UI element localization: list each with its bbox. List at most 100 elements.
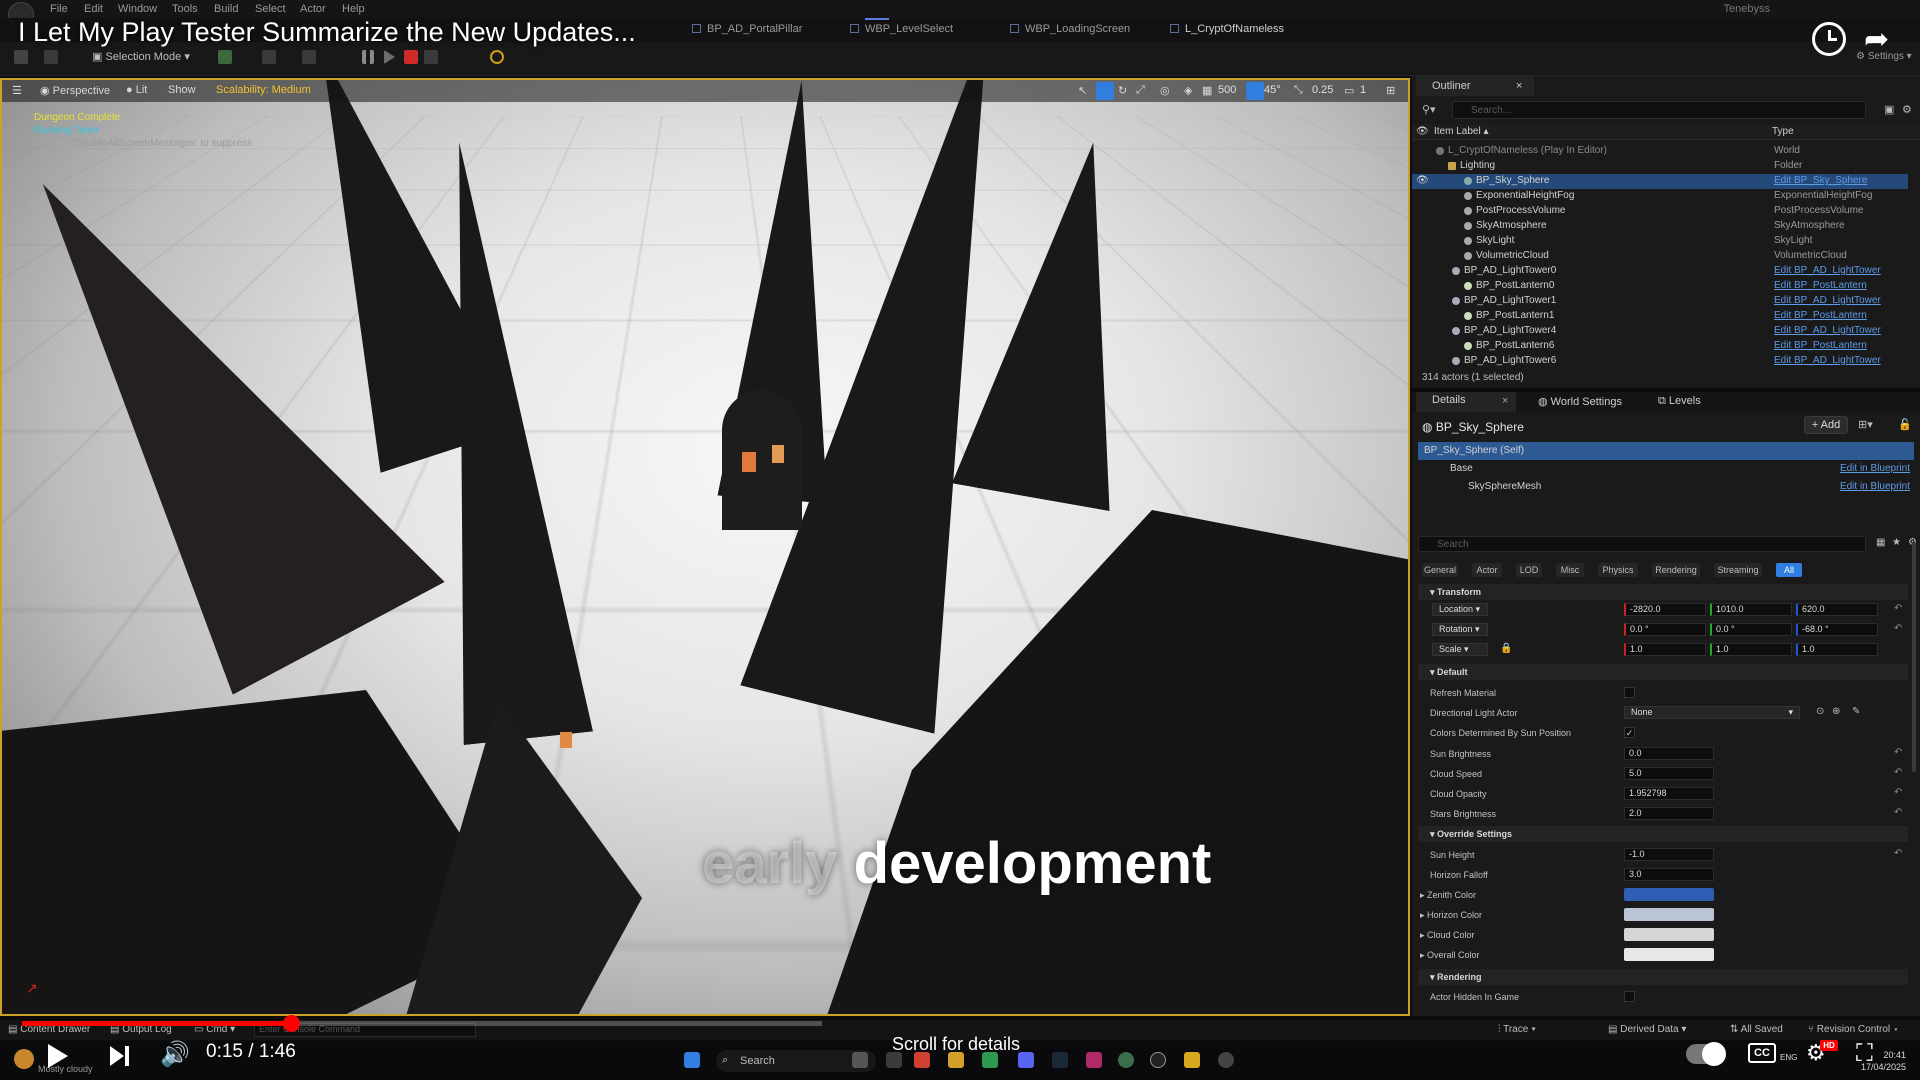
category-actor[interactable]: Actor xyxy=(1472,563,1502,577)
horizon-falloff-field[interactable]: 3.0 xyxy=(1624,868,1714,881)
outliner-row[interactable]: BP_AD_LightTower1 Edit BP_AD_LightTower xyxy=(1412,294,1908,309)
reset-icon[interactable]: ↶ xyxy=(1894,787,1902,798)
world-local-icon[interactable]: ◎ xyxy=(1160,84,1170,97)
outliner-search-input[interactable]: Search... xyxy=(1452,101,1866,119)
refresh-material-checkbox[interactable] xyxy=(1624,687,1635,698)
blueprint-options-icon[interactable]: ⊞▾ xyxy=(1858,418,1873,431)
edit-blueprint-link[interactable]: Edit BP_PostLantern xyxy=(1774,310,1867,321)
eject-icon[interactable] xyxy=(424,50,438,64)
discord-icon[interactable] xyxy=(1018,1052,1034,1068)
outliner-row[interactable]: L_CryptOfNameless (Play In Editor) World xyxy=(1412,144,1908,159)
overall-color-swatch[interactable] xyxy=(1624,948,1714,961)
translate-tool-icon[interactable] xyxy=(1096,82,1114,100)
outliner-row[interactable]: BP_AD_LightTower0 Edit BP_AD_LightTower xyxy=(1412,264,1908,279)
browse-icon[interactable] xyxy=(44,50,58,64)
visibility-icon[interactable]: 👁 xyxy=(1416,126,1429,137)
outliner-row[interactable]: SkyAtmosphere SkyAtmosphere xyxy=(1412,219,1908,234)
tab-loading-screen[interactable]: WBP_LoadingScreen xyxy=(1010,23,1130,35)
location-x-field[interactable]: -2820.0 xyxy=(1624,603,1706,616)
lit-button[interactable]: ● Lit xyxy=(126,84,147,96)
category-physics[interactable]: Physics xyxy=(1598,563,1638,577)
trace-button[interactable]: ⫶ Trace ▾ xyxy=(1498,1024,1536,1035)
edit-blueprint-link[interactable]: Edit BP_AD_LightTower xyxy=(1774,295,1881,306)
save-icon[interactable] xyxy=(14,50,28,64)
column-type[interactable]: Type xyxy=(1772,126,1794,137)
scrubber-handle[interactable] xyxy=(283,1015,300,1032)
favorite-icon[interactable]: ★ xyxy=(1892,537,1901,548)
viewport-menu-icon[interactable]: ☰ xyxy=(12,84,22,97)
menu-tools[interactable]: Tools xyxy=(172,3,198,15)
stop-icon[interactable] xyxy=(404,50,418,64)
category-general[interactable]: General xyxy=(1422,563,1458,577)
tab-details[interactable]: Details × xyxy=(1416,392,1516,412)
component-row-self[interactable]: BP_Sky_Sphere (Self) xyxy=(1418,442,1914,460)
rotation-dropdown[interactable]: Rotation ▾ xyxy=(1432,623,1488,636)
unreal-engine-icon[interactable] xyxy=(1150,1052,1166,1068)
cloud-opacity-field[interactable]: 1.952798 xyxy=(1624,787,1714,800)
grid-snap-value[interactable]: 500 xyxy=(1218,84,1236,96)
file-explorer-icon[interactable] xyxy=(1184,1052,1200,1068)
edit-blueprint-link[interactable]: Edit BP_AD_LightTower xyxy=(1774,355,1881,366)
captions-icon[interactable]: CC xyxy=(1748,1043,1776,1063)
directional-light-actor-dropdown[interactable]: None ▾ xyxy=(1624,706,1800,719)
compile-icon[interactable] xyxy=(490,50,504,64)
cloud-color-swatch[interactable] xyxy=(1624,928,1714,941)
outliner-row[interactable]: 👁 BP_Sky_Sphere Edit BP_Sky_Sphere xyxy=(1412,174,1908,189)
visibility-icon[interactable]: 👁 xyxy=(1416,175,1429,186)
tab-portal-pillar[interactable]: BP_AD_PortalPillar xyxy=(692,23,802,35)
surface-snap-icon[interactable]: ◈ xyxy=(1184,84,1192,97)
volume-icon[interactable]: 🔊 xyxy=(160,1040,190,1069)
reset-icon[interactable]: ↶ xyxy=(1894,848,1902,859)
level-viewport[interactable]: ☰ ◉ Perspective ● Lit Show Scalability: … xyxy=(0,78,1410,1016)
scale-x-field[interactable]: 1.0 xyxy=(1624,643,1706,656)
tab-level-select[interactable]: WBP_LevelSelect xyxy=(850,23,953,35)
scale-snap-value[interactable]: 0.25 xyxy=(1312,84,1333,96)
menu-select[interactable]: Select xyxy=(255,3,286,15)
section-override-settings[interactable]: ▾ Override Settings xyxy=(1418,826,1908,842)
edit-blueprint-link[interactable]: Edit BP_Sky_Sphere xyxy=(1774,175,1867,186)
tab-outliner[interactable]: Outliner × xyxy=(1416,76,1534,96)
outliner-row[interactable]: BP_PostLantern1 Edit BP_PostLantern xyxy=(1412,309,1908,324)
colors-by-sun-checkbox[interactable]: ✓ xyxy=(1624,727,1635,738)
pick-actor-icon[interactable]: ⊕ xyxy=(1832,706,1840,717)
horizon-color-swatch[interactable] xyxy=(1624,908,1714,921)
eyedropper-icon[interactable]: ✎ xyxy=(1852,706,1860,717)
outliner-row[interactable]: BP_PostLantern0 Edit BP_PostLantern xyxy=(1412,279,1908,294)
tab-levels[interactable]: ⧉ Levels xyxy=(1658,395,1701,413)
add-component-button[interactable]: + Add xyxy=(1804,416,1848,434)
column-item-label[interactable]: Item Label ▴ xyxy=(1434,126,1489,137)
reset-icon[interactable]: ↶ xyxy=(1894,603,1902,614)
sun-brightness-field[interactable]: 0.0 xyxy=(1624,747,1714,760)
outliner-row[interactable]: Lighting Folder xyxy=(1412,159,1908,174)
category-lod[interactable]: LOD xyxy=(1516,563,1542,577)
cloud-speed-field[interactable]: 5.0 xyxy=(1624,767,1714,780)
select-tool-icon[interactable]: ↖ xyxy=(1078,84,1087,97)
scale-snap-icon[interactable]: ⤡ xyxy=(1294,84,1303,97)
section-rendering[interactable]: ▾ Rendering xyxy=(1418,969,1908,985)
category-all[interactable]: All xyxy=(1776,563,1802,577)
exit-fullscreen-icon[interactable]: ⛶ xyxy=(1856,1040,1873,1068)
menu-file[interactable]: File xyxy=(50,3,68,15)
edit-blueprint-link[interactable]: Edit BP_AD_LightTower xyxy=(1774,325,1881,336)
details-scrollbar[interactable] xyxy=(1912,542,1916,772)
sun-height-field[interactable]: -1.0 xyxy=(1624,848,1714,861)
add-folder-icon[interactable]: ▣ xyxy=(1884,103,1894,116)
component-row-skyspheremesh[interactable]: SkySphereMesh Edit in Blueprint xyxy=(1418,478,1914,496)
category-misc[interactable]: Misc xyxy=(1556,563,1584,577)
menu-help[interactable]: Help xyxy=(342,3,365,15)
location-dropdown[interactable]: Location ▾ xyxy=(1432,603,1488,616)
maximize-viewport-icon[interactable]: ⊞ xyxy=(1386,84,1395,97)
watch-later-icon[interactable] xyxy=(1812,22,1846,56)
scalability-button[interactable]: Scalability: Medium xyxy=(216,84,311,96)
scale-z-field[interactable]: 1.0 xyxy=(1796,643,1878,656)
outliner-row[interactable]: SkyLight SkyLight xyxy=(1412,234,1908,249)
outliner-row[interactable]: BP_AD_LightTower6 Edit BP_AD_LightTower xyxy=(1412,354,1908,369)
weather-icon[interactable] xyxy=(14,1049,34,1069)
section-transform[interactable]: ▾ Transform xyxy=(1418,584,1908,600)
angle-snap-value[interactable]: 45° xyxy=(1264,84,1281,96)
scale-dropdown[interactable]: Scale ▾ xyxy=(1432,643,1488,656)
reset-icon[interactable]: ↶ xyxy=(1894,747,1902,758)
windows-start-icon[interactable] xyxy=(684,1052,700,1068)
close-icon[interactable]: × xyxy=(1516,80,1522,92)
grid-snap-icon[interactable]: ▦ xyxy=(1202,84,1212,97)
